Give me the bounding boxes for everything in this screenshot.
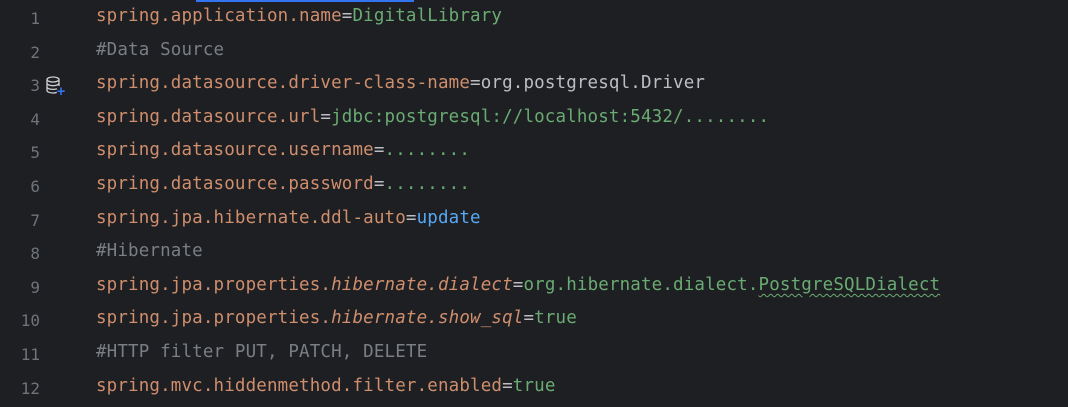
- code-line[interactable]: 5 spring.datasource.username=........: [0, 136, 1068, 170]
- comment-text: #Hibernate: [96, 241, 203, 262]
- code-text[interactable]: spring.datasource.driver-class-name=org.…: [96, 73, 705, 93]
- property-key-prefix: spring.jpa.properties.: [96, 274, 332, 295]
- property-key: spring.datasource.password: [96, 174, 374, 194]
- comment-text: #HTTP filter PUT, PATCH, DELETE: [96, 342, 428, 362]
- line-number: 12: [20, 378, 40, 398]
- property-value-prefix: org.hibernate.dialect.: [523, 274, 759, 295]
- code-line[interactable]: 11 #HTTP filter PUT, PATCH, DELETE: [0, 338, 1068, 372]
- database-add-icon[interactable]: [45, 75, 67, 97]
- property-value: org.postgresql.Driver: [480, 73, 706, 94]
- code-text[interactable]: #Data Source: [96, 40, 224, 60]
- property-value: jdbc:postgresql://localhost:5432/.......…: [331, 106, 770, 127]
- code-line[interactable]: 6 spring.datasource.password=........: [0, 170, 1068, 204]
- equals-sign: =: [470, 73, 481, 94]
- line-number: 9: [30, 277, 40, 297]
- property-value: true: [534, 308, 577, 329]
- property-value: update: [416, 207, 481, 228]
- equals-sign: =: [405, 207, 417, 228]
- code-text[interactable]: spring.mvc.hiddenmethod.filter.enabled=t…: [96, 376, 556, 396]
- property-value: ........: [384, 140, 471, 161]
- property-value-warning[interactable]: PostgreSQLDialect: [759, 275, 941, 295]
- line-number: 5: [30, 143, 40, 163]
- code-text[interactable]: spring.jpa.properties.hibernate.dialect=…: [96, 275, 940, 295]
- code-line[interactable]: 10 spring.jpa.properties.hibernate.show_…: [0, 304, 1068, 338]
- code-line[interactable]: 7 spring.jpa.hibernate.ddl-auto=update: [0, 204, 1068, 238]
- code-text[interactable]: spring.datasource.username=........: [96, 140, 470, 160]
- equals-sign: =: [341, 6, 353, 26]
- property-key: spring.datasource.driver-class-name: [96, 73, 471, 94]
- code-editor[interactable]: 1 spring.application.name=DigitalLibrary…: [0, 0, 1068, 407]
- line-number: 6: [30, 177, 40, 196]
- line-number: 10: [20, 311, 40, 331]
- code-text[interactable]: spring.datasource.url=jdbc:postgresql://…: [96, 107, 769, 127]
- property-key-italic: hibernate.show_sql: [331, 308, 524, 329]
- code-line[interactable]: 2 #Data Source: [0, 36, 1068, 70]
- property-key: spring.datasource.username: [96, 140, 374, 161]
- line-number: 7: [30, 210, 40, 230]
- property-key: spring.mvc.hiddenmethod.filter.enabled: [96, 375, 503, 396]
- equals-sign: =: [502, 375, 513, 396]
- property-value: ........: [384, 174, 471, 194]
- line-number: 11: [20, 345, 40, 364]
- code-text[interactable]: spring.jpa.properties.hibernate.show_sql…: [96, 308, 577, 328]
- code-line[interactable]: 9 spring.jpa.properties.hibernate.dialec…: [0, 271, 1068, 305]
- property-key: spring.jpa.hibernate.ddl-auto: [96, 207, 406, 228]
- code-text[interactable]: spring.application.name=DigitalLibrary: [96, 6, 502, 26]
- code-text[interactable]: #HTTP filter PUT, PATCH, DELETE: [96, 342, 427, 362]
- code-line[interactable]: 3 spring.datasource.driver-class-name=or…: [0, 69, 1068, 103]
- equals-sign: =: [512, 274, 524, 295]
- equals-sign: =: [373, 140, 385, 161]
- property-value: true: [512, 375, 556, 396]
- equals-sign: =: [373, 174, 385, 194]
- equals-sign: =: [523, 308, 535, 329]
- property-key-prefix: spring.jpa.properties.: [96, 308, 332, 329]
- equals-sign: =: [320, 106, 332, 127]
- property-key-italic: hibernate.dialect: [331, 274, 513, 295]
- line-number: 8: [30, 244, 40, 264]
- code-text[interactable]: spring.datasource.password=........: [96, 174, 470, 194]
- code-line[interactable]: 8 #Hibernate: [0, 237, 1068, 271]
- line-number: 2: [30, 42, 40, 62]
- code-line[interactable]: 12 spring.mvc.hiddenmethod.filter.enable…: [0, 372, 1068, 406]
- line-number: 1: [30, 9, 40, 28]
- property-key: spring.datasource.url: [96, 106, 321, 127]
- line-number: 4: [30, 109, 40, 129]
- property-key: spring.application.name: [96, 6, 342, 26]
- code-text[interactable]: #Hibernate: [96, 241, 203, 261]
- comment-text: #Data Source: [96, 39, 225, 60]
- code-line[interactable]: 4 spring.datasource.url=jdbc:postgresql:…: [0, 103, 1068, 137]
- line-number: 3: [30, 76, 40, 96]
- code-line[interactable]: 1 spring.application.name=DigitalLibrary: [0, 2, 1068, 36]
- code-text[interactable]: spring.jpa.hibernate.ddl-auto=update: [96, 208, 481, 228]
- property-value: DigitalLibrary: [352, 6, 503, 26]
